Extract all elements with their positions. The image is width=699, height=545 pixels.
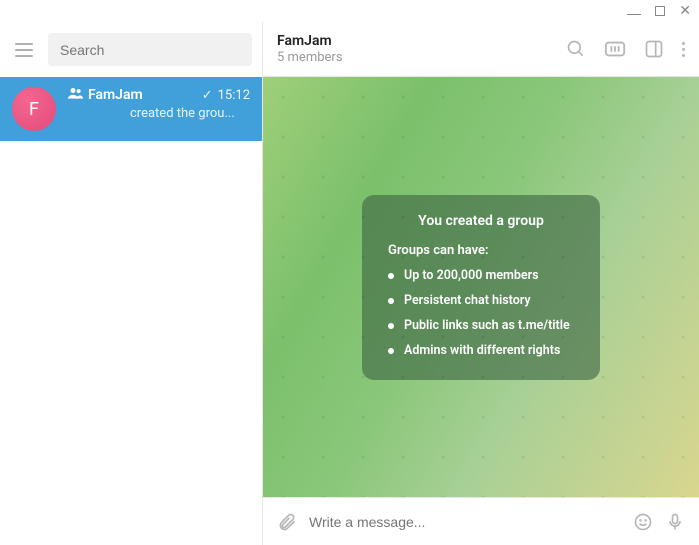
chat-time: 15:12: [218, 88, 250, 103]
message-input[interactable]: [309, 514, 621, 530]
chat-name: FamJam: [88, 87, 197, 103]
read-check-icon: ✓: [202, 88, 213, 103]
emoji-icon[interactable]: [633, 512, 653, 532]
sidepanel-icon[interactable]: [644, 39, 664, 59]
search-input[interactable]: [60, 42, 240, 58]
search-box[interactable]: [48, 33, 252, 66]
card-title: You created a group: [388, 213, 574, 229]
card-item: Admins with different rights: [388, 343, 574, 358]
chat-preview: created the grou...: [68, 106, 250, 121]
video-chat-icon[interactable]: [604, 39, 626, 59]
chat-subtitle: 5 members: [277, 50, 566, 65]
card-item: Persistent chat history: [388, 293, 574, 308]
avatar: F: [12, 87, 56, 131]
card-item: Up to 200,000 members: [388, 268, 574, 283]
group-icon: [68, 87, 83, 103]
window-close-button[interactable]: ✕: [679, 3, 691, 19]
window-minimize-button[interactable]: [627, 7, 641, 15]
attach-icon[interactable]: [277, 512, 297, 532]
voice-icon[interactable]: [665, 512, 685, 532]
search-icon[interactable]: [566, 39, 586, 59]
window-maximize-button[interactable]: [655, 6, 665, 16]
chat-title: FamJam: [277, 33, 566, 49]
chat-header: FamJam 5 members: [263, 22, 699, 77]
chat-area: You created a group Groups can have: Up …: [263, 77, 699, 497]
sidebar: F FamJam ✓ 15:12 created the grou...: [0, 22, 263, 545]
chat-header-info[interactable]: FamJam 5 members: [277, 33, 566, 65]
message-composer: [263, 497, 699, 545]
service-message-card: You created a group Groups can have: Up …: [362, 195, 600, 380]
card-item: Public links such as t.me/title: [388, 318, 574, 333]
chat-list-item[interactable]: F FamJam ✓ 15:12 created the grou...: [0, 77, 262, 141]
card-subtitle: Groups can have:: [388, 243, 574, 258]
window-titlebar: ✕: [0, 0, 699, 22]
more-options-button[interactable]: [682, 42, 685, 57]
menu-button[interactable]: [10, 36, 38, 64]
